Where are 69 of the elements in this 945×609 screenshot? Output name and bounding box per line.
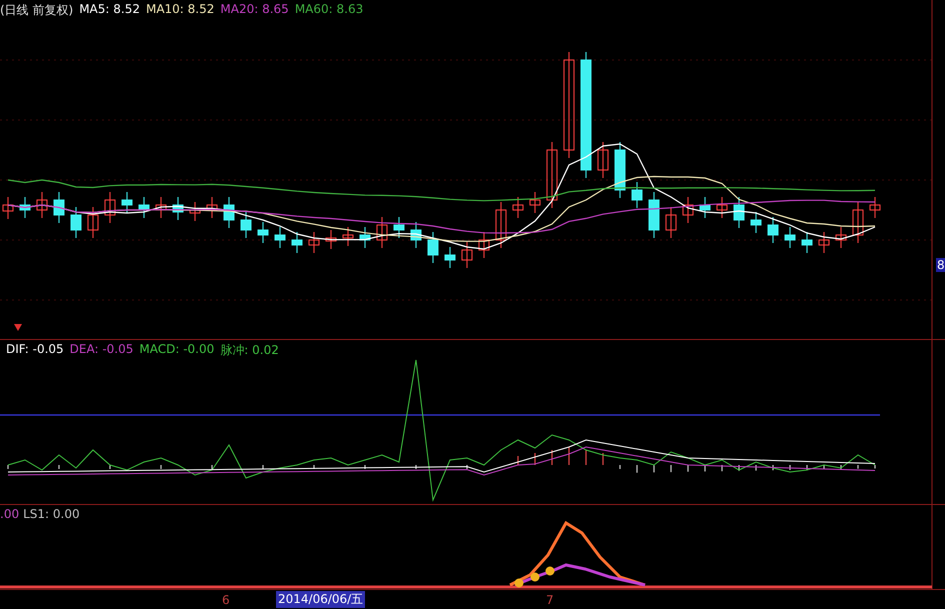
candlestick bbox=[258, 222, 268, 244]
candlestick bbox=[682, 196, 694, 224]
candlestick bbox=[36, 192, 48, 218]
candlestick bbox=[292, 232, 302, 254]
candlestick bbox=[546, 142, 558, 208]
candlestick bbox=[632, 182, 642, 208]
candlestick bbox=[326, 230, 336, 250]
candlestick bbox=[410, 222, 422, 248]
legend-value: 脉冲: 0.02 bbox=[220, 342, 279, 359]
candlestick bbox=[104, 192, 116, 224]
chart-title: (日线 前复权) bbox=[0, 2, 74, 19]
candlestick bbox=[2, 196, 14, 220]
candlestick bbox=[156, 196, 166, 218]
candlestick bbox=[666, 206, 676, 238]
candlestick bbox=[478, 232, 490, 258]
dot-icon bbox=[546, 566, 554, 576]
candlestick bbox=[20, 196, 30, 218]
candlestick bbox=[360, 226, 370, 248]
candlestick bbox=[614, 142, 626, 198]
dot-icon bbox=[514, 578, 524, 588]
marker-icon bbox=[14, 324, 22, 331]
time-axis-label: 6 bbox=[221, 592, 231, 607]
candlestick bbox=[836, 226, 846, 248]
candlestick bbox=[462, 242, 472, 268]
candlestick bbox=[444, 246, 456, 268]
candlestick bbox=[274, 226, 286, 248]
candlestick bbox=[88, 206, 98, 238]
legend-value: LS1: 0.00 bbox=[23, 507, 80, 522]
candlestick bbox=[342, 226, 354, 246]
candlestick bbox=[870, 196, 880, 218]
candlestick bbox=[496, 202, 506, 248]
candlestick bbox=[598, 142, 608, 178]
legend-value: MA5: 8.52 bbox=[79, 2, 140, 18]
candlestick bbox=[512, 196, 524, 218]
candlestick bbox=[376, 216, 388, 248]
candlestick bbox=[802, 232, 812, 254]
legend-value: DIF: -0.05 bbox=[6, 342, 64, 358]
candlestick bbox=[768, 216, 778, 244]
candlestick bbox=[206, 196, 218, 218]
candlestick bbox=[138, 196, 150, 218]
candlestick bbox=[308, 232, 320, 254]
candlestick bbox=[428, 232, 438, 264]
candlestick bbox=[54, 192, 64, 224]
candlestick bbox=[240, 212, 252, 238]
dot-icon bbox=[530, 572, 540, 582]
candlestick bbox=[818, 232, 830, 254]
candlestick bbox=[190, 202, 200, 222]
time-axis-label: 7 bbox=[545, 592, 555, 607]
candlestick bbox=[530, 192, 540, 214]
candlestick bbox=[70, 206, 82, 238]
legend-value: .00 bbox=[0, 507, 20, 522]
candlestick bbox=[172, 196, 184, 220]
time-axis-label: 2014/06/06/五 bbox=[276, 591, 366, 608]
candlestick bbox=[122, 192, 132, 214]
legend-value: DEA: -0.05 bbox=[70, 342, 134, 358]
candlestick bbox=[700, 196, 710, 218]
legend-value: MA10: 8.52 bbox=[146, 2, 214, 18]
candlestick bbox=[224, 196, 234, 228]
candlestick bbox=[734, 196, 744, 228]
candlestick bbox=[784, 226, 796, 248]
candlestick bbox=[394, 216, 404, 238]
price-axis-label: 8 bbox=[936, 258, 945, 272]
candlestick bbox=[648, 192, 660, 238]
candlestick bbox=[716, 196, 728, 218]
legend-value: MA60: 8.63 bbox=[294, 2, 364, 18]
legend-value: MACD: -0.00 bbox=[139, 342, 214, 358]
legend-value: MA20: 8.65 bbox=[220, 2, 289, 18]
candlestick bbox=[750, 212, 762, 234]
candlestick bbox=[852, 202, 864, 244]
